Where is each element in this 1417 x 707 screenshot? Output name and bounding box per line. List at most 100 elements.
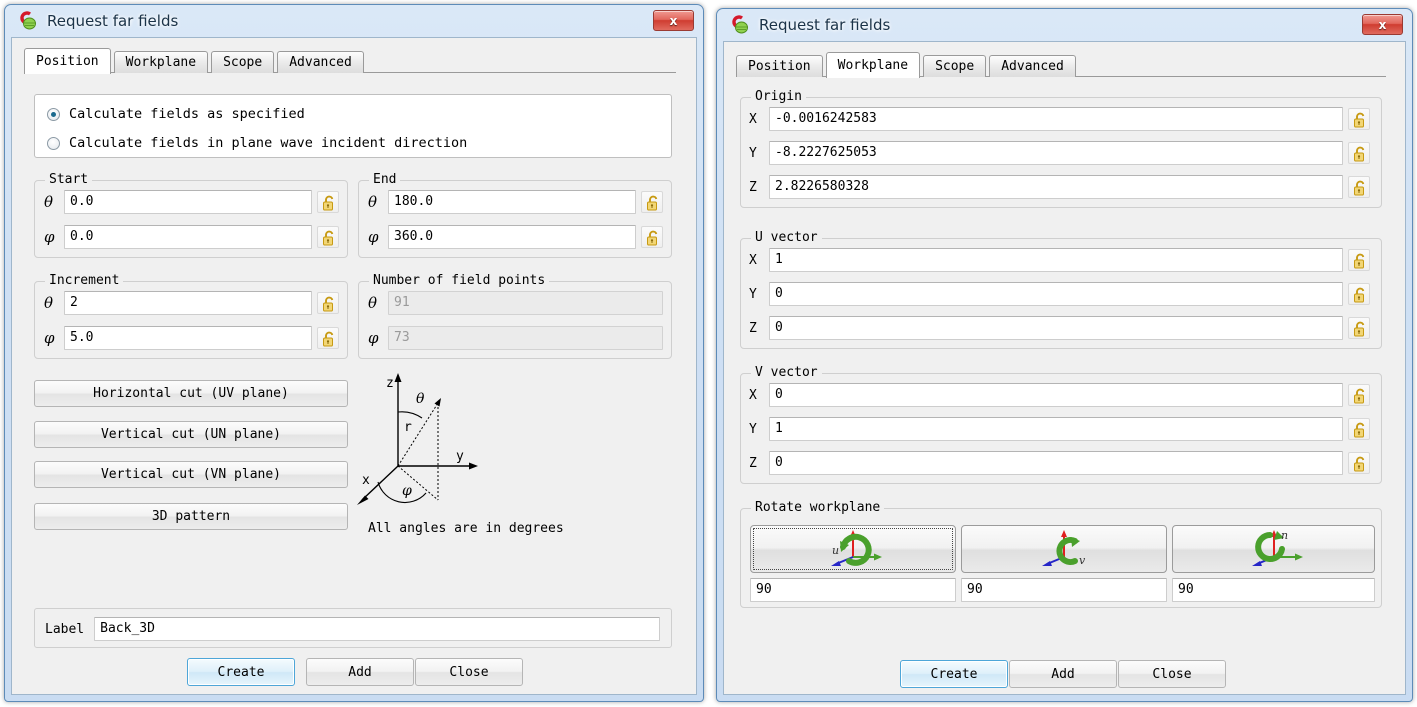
lock-icon-end-theta[interactable] bbox=[641, 191, 663, 213]
create-button[interactable]: Create bbox=[187, 658, 295, 686]
radius-label-r: r bbox=[404, 420, 412, 435]
close-dialog-button[interactable]: Close bbox=[415, 658, 523, 686]
u-vector-y-input[interactable]: 0 bbox=[769, 282, 1343, 306]
vertical-cut-vn-button[interactable]: Vertical cut (VN plane) bbox=[34, 461, 348, 488]
field-symbol-theta: θ bbox=[44, 294, 54, 312]
tab-position[interactable]: Position bbox=[736, 55, 823, 77]
desktop: Request far fields x Position Workplane … bbox=[0, 0, 1417, 707]
rotate-n-angle-input[interactable]: 90 bbox=[1172, 578, 1375, 602]
tab-advanced[interactable]: Advanced bbox=[989, 55, 1076, 77]
points-phi-output: 73 bbox=[388, 326, 663, 350]
lock-icon-v-z[interactable] bbox=[1348, 452, 1370, 474]
lock-icon-u-y[interactable] bbox=[1348, 283, 1370, 305]
radio-calculate-as-specified[interactable]: Calculate fields as specified bbox=[47, 106, 305, 122]
label-input[interactable]: Back_3D bbox=[94, 617, 660, 641]
field-symbol-x: X bbox=[749, 111, 757, 127]
increment-theta-input[interactable]: 2 bbox=[64, 291, 312, 315]
u-vector-x-input[interactable]: 1 bbox=[769, 248, 1343, 272]
field-origin-z: Z 2.8226580328 bbox=[749, 175, 1375, 199]
add-button[interactable]: Add bbox=[1009, 660, 1117, 688]
lock-icon-origin-z[interactable] bbox=[1348, 176, 1370, 198]
rotate-about-u-icon: u bbox=[816, 527, 890, 571]
rotate-u-angle-input[interactable]: 90 bbox=[750, 578, 956, 602]
tab-workplane[interactable]: Workplane bbox=[825, 52, 921, 78]
end-theta-input[interactable]: 180.0 bbox=[388, 190, 636, 214]
tab-scope[interactable]: Scope bbox=[211, 51, 275, 73]
start-theta-input[interactable]: 0.0 bbox=[64, 190, 312, 214]
button-label: Horizontal cut (UV plane) bbox=[93, 386, 289, 401]
rotate-about-n-icon: n bbox=[1237, 527, 1311, 571]
tab-scope[interactable]: Scope bbox=[923, 55, 987, 77]
origin-y-input[interactable]: -8.2227625053 bbox=[769, 141, 1343, 165]
axis-label-z: z bbox=[386, 376, 394, 391]
field-u-x: X 1 bbox=[749, 248, 1375, 272]
add-button[interactable]: Add bbox=[306, 658, 414, 686]
v-vector-z-input[interactable]: 0 bbox=[769, 451, 1343, 475]
lock-icon-u-x[interactable] bbox=[1348, 249, 1370, 271]
lock-icon-increment-phi[interactable] bbox=[317, 327, 339, 349]
lock-icon-start-phi[interactable] bbox=[317, 226, 339, 248]
button-label: Vertical cut (UN plane) bbox=[100, 427, 281, 442]
svg-text:v: v bbox=[1079, 554, 1086, 567]
radio-label: Calculate fields as specified bbox=[69, 106, 305, 122]
close-dialog-button[interactable]: Close bbox=[1118, 660, 1226, 688]
vertical-cut-un-button[interactable]: Vertical cut (UN plane) bbox=[34, 421, 348, 448]
rotate-about-u-button[interactable]: u bbox=[750, 525, 956, 573]
close-button[interactable]: x bbox=[653, 10, 694, 31]
u-vector-z-input[interactable]: 0 bbox=[769, 316, 1343, 340]
radio-calculate-plane-wave[interactable]: Calculate fields in plane wave incident … bbox=[47, 135, 467, 151]
group-rotate-workplane: Rotate workplane u v n 90 90 90 bbox=[740, 500, 1382, 608]
tab-label: Position bbox=[36, 54, 99, 69]
field-u-z: Z 0 bbox=[749, 316, 1375, 340]
field-symbol-phi: φ bbox=[44, 228, 55, 246]
tab-workplane[interactable]: Workplane bbox=[113, 51, 209, 73]
create-button[interactable]: Create bbox=[900, 660, 1008, 688]
close-icon: x bbox=[1378, 17, 1387, 32]
spherical-coordinate-diagram: z y x θ φ r bbox=[356, 368, 546, 508]
points-theta-output: 91 bbox=[388, 291, 663, 315]
v-vector-y-input[interactable]: 1 bbox=[769, 417, 1343, 441]
increment-phi-input[interactable]: 5.0 bbox=[64, 326, 312, 350]
tab-advanced[interactable]: Advanced bbox=[277, 51, 364, 73]
tab-position[interactable]: Position bbox=[24, 48, 111, 74]
v-vector-x-input[interactable]: 0 bbox=[769, 383, 1343, 407]
rotate-about-v-icon: v bbox=[1027, 527, 1101, 571]
start-phi-input[interactable]: 0.0 bbox=[64, 225, 312, 249]
field-symbol-z: Z bbox=[749, 179, 757, 195]
field-symbol-phi: φ bbox=[368, 329, 379, 347]
titlebar-left[interactable]: Request far fields x bbox=[11, 5, 697, 37]
three-d-pattern-button[interactable]: 3D pattern bbox=[34, 503, 348, 530]
tab-label: Advanced bbox=[1001, 59, 1064, 74]
lock-icon-v-x[interactable] bbox=[1348, 384, 1370, 406]
button-label: Close bbox=[449, 664, 489, 680]
label-panel: Label Back_3D bbox=[34, 608, 672, 648]
radio-indicator[interactable] bbox=[47, 136, 60, 150]
origin-z-input[interactable]: 2.8226580328 bbox=[769, 175, 1343, 199]
lock-icon-origin-x[interactable] bbox=[1348, 108, 1370, 130]
lock-icon-v-y[interactable] bbox=[1348, 418, 1370, 440]
rotate-about-v-button[interactable]: v bbox=[961, 525, 1167, 573]
lock-icon-origin-y[interactable] bbox=[1348, 142, 1370, 164]
field-symbol-phi: φ bbox=[368, 228, 379, 246]
horizontal-cut-uv-button[interactable]: Horizontal cut (UV plane) bbox=[34, 380, 348, 407]
field-v-y: Y 1 bbox=[749, 417, 1375, 441]
button-label: Close bbox=[1152, 666, 1192, 682]
field-end-theta: θ 180.0 bbox=[368, 190, 664, 214]
button-label: Add bbox=[348, 664, 372, 680]
radio-indicator[interactable] bbox=[47, 107, 60, 121]
rotate-v-angle-input[interactable]: 90 bbox=[961, 578, 1167, 602]
origin-x-input[interactable]: -0.0016242583 bbox=[769, 107, 1343, 131]
titlebar-right[interactable]: Request far fields x bbox=[723, 9, 1406, 41]
rotate-about-n-button[interactable]: n bbox=[1172, 525, 1375, 573]
lock-icon-increment-theta[interactable] bbox=[317, 292, 339, 314]
end-phi-input[interactable]: 360.0 bbox=[388, 225, 636, 249]
axis-label-x: x bbox=[362, 473, 370, 488]
lock-icon-start-theta[interactable] bbox=[317, 191, 339, 213]
lock-icon-end-phi[interactable] bbox=[641, 226, 663, 248]
lock-icon-u-z[interactable] bbox=[1348, 317, 1370, 339]
client-area-left: Position Workplane Scope Advanced Calcul… bbox=[11, 37, 697, 695]
group-legend: Start bbox=[45, 172, 93, 187]
tab-label: Workplane bbox=[837, 58, 909, 73]
button-label: Create bbox=[217, 664, 265, 680]
close-button[interactable]: x bbox=[1362, 14, 1403, 35]
